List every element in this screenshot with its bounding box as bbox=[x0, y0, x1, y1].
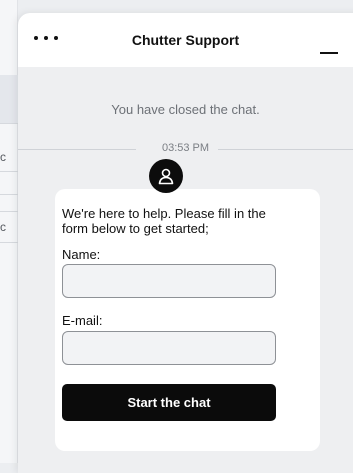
user-icon bbox=[149, 159, 183, 193]
email-label: E-mail: bbox=[62, 313, 103, 328]
background-divider bbox=[0, 171, 18, 172]
chat-closed-message: You have closed the chat. bbox=[111, 102, 260, 117]
background-divider bbox=[0, 194, 18, 195]
chat-header: Chutter Support bbox=[18, 13, 353, 67]
start-chat-button[interactable]: Start the chat bbox=[62, 384, 276, 421]
background-band bbox=[0, 75, 18, 123]
background-divider bbox=[0, 123, 18, 124]
timestamp-divider: 03:53 PM bbox=[18, 142, 353, 156]
name-label: Name: bbox=[62, 247, 101, 262]
divider-line-right bbox=[218, 149, 353, 150]
background-text-fragment: tic bbox=[0, 150, 6, 164]
chat-title: Chutter Support bbox=[131, 32, 240, 48]
chat-timestamp: 03:53 PM bbox=[161, 142, 210, 154]
background-divider bbox=[0, 211, 18, 212]
email-input[interactable] bbox=[62, 331, 276, 365]
background-divider bbox=[0, 242, 18, 243]
name-input[interactable] bbox=[62, 264, 276, 298]
form-intro-text: We're here to help. Please fill in the f… bbox=[62, 206, 266, 236]
minimize-icon[interactable] bbox=[320, 52, 338, 54]
minimize-button[interactable] bbox=[314, 35, 344, 61]
background-text-fragment: tic bbox=[0, 220, 6, 234]
